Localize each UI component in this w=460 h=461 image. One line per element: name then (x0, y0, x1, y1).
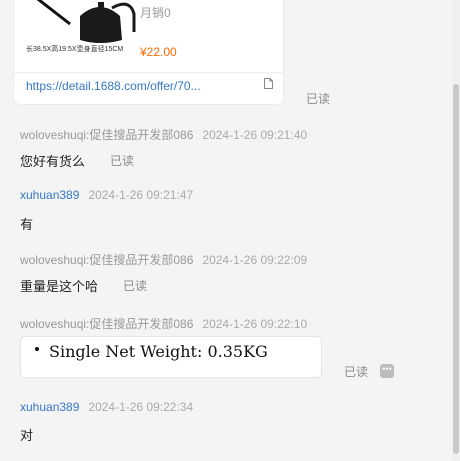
image-message[interactable]: Single Net Weight: 0.35KG ——————————— (20, 336, 322, 378)
bullet-icon (35, 347, 39, 351)
chat-history[interactable]: 长38.5X高19.5X壶身直径15CM 月销0 ¥22.00 https://… (0, 0, 452, 461)
product-sales: 月销0 (140, 6, 171, 20)
read-status: 已读 (110, 154, 135, 168)
quote-text: Single Net Weight: 0.35KG (49, 342, 268, 361)
sender-name: woloveshuqi:促佳搜品开发部086 (20, 253, 194, 267)
scrollbar[interactable] (452, 0, 460, 461)
product-link[interactable]: https://detail.1688.com/offer/70... (26, 79, 201, 93)
product-link-row: https://detail.1688.com/offer/70... (14, 72, 283, 103)
message-meta: xuhuan389 2024-1-26 09:22:34 (20, 400, 193, 414)
timestamp: 2024-1-26 09:21:40 (202, 128, 308, 142)
read-status: 已读 (306, 92, 331, 106)
message-text: 有 (20, 217, 34, 232)
message-text: 您好有货么 (20, 154, 86, 169)
sender-name: xuhuan389 (20, 400, 80, 414)
message-meta: xuhuan389 2024-1-26 09:21:47 (20, 188, 193, 202)
message-meta: woloveshuqi:促佳搜品开发部086 2024-1-26 09:22:09 (20, 251, 307, 268)
timestamp: 2024-1-26 09:21:47 (88, 188, 194, 202)
product-price: ¥22.00 (140, 45, 177, 59)
timestamp: 2024-1-26 09:22:10 (202, 317, 308, 331)
scrollbar-thumb[interactable] (453, 84, 459, 454)
message-meta: woloveshuqi:促佳搜品开发部086 2024-1-26 09:21:40 (20, 126, 307, 143)
sender-name: xuhuan389 (20, 188, 80, 202)
message-text: 对 (20, 428, 34, 443)
sender-name: woloveshuqi:促佳搜品开发部086 (20, 128, 194, 142)
product-dimensions: 长38.5X高19.5X壶身直径15CM (26, 46, 124, 53)
read-status: 已读 (344, 365, 369, 379)
more-icon[interactable]: ••• (380, 364, 394, 378)
timestamp: 2024-1-26 09:22:09 (202, 253, 308, 267)
product-card[interactable]: 长38.5X高19.5X壶身直径15CM 月销0 ¥22.00 https://… (14, 0, 283, 104)
sender-name: woloveshuqi:促佳搜品开发部086 (20, 317, 194, 331)
message-meta: woloveshuqi:促佳搜品开发部086 2024-1-26 09:22:10 (20, 315, 307, 332)
message-text: 重量是这个哈 (20, 279, 99, 294)
quote-overflow-line: ——————————— (49, 368, 225, 378)
read-status: 已读 (123, 279, 148, 293)
copy-icon[interactable] (264, 78, 273, 89)
timestamp: 2024-1-26 09:22:34 (88, 400, 194, 414)
